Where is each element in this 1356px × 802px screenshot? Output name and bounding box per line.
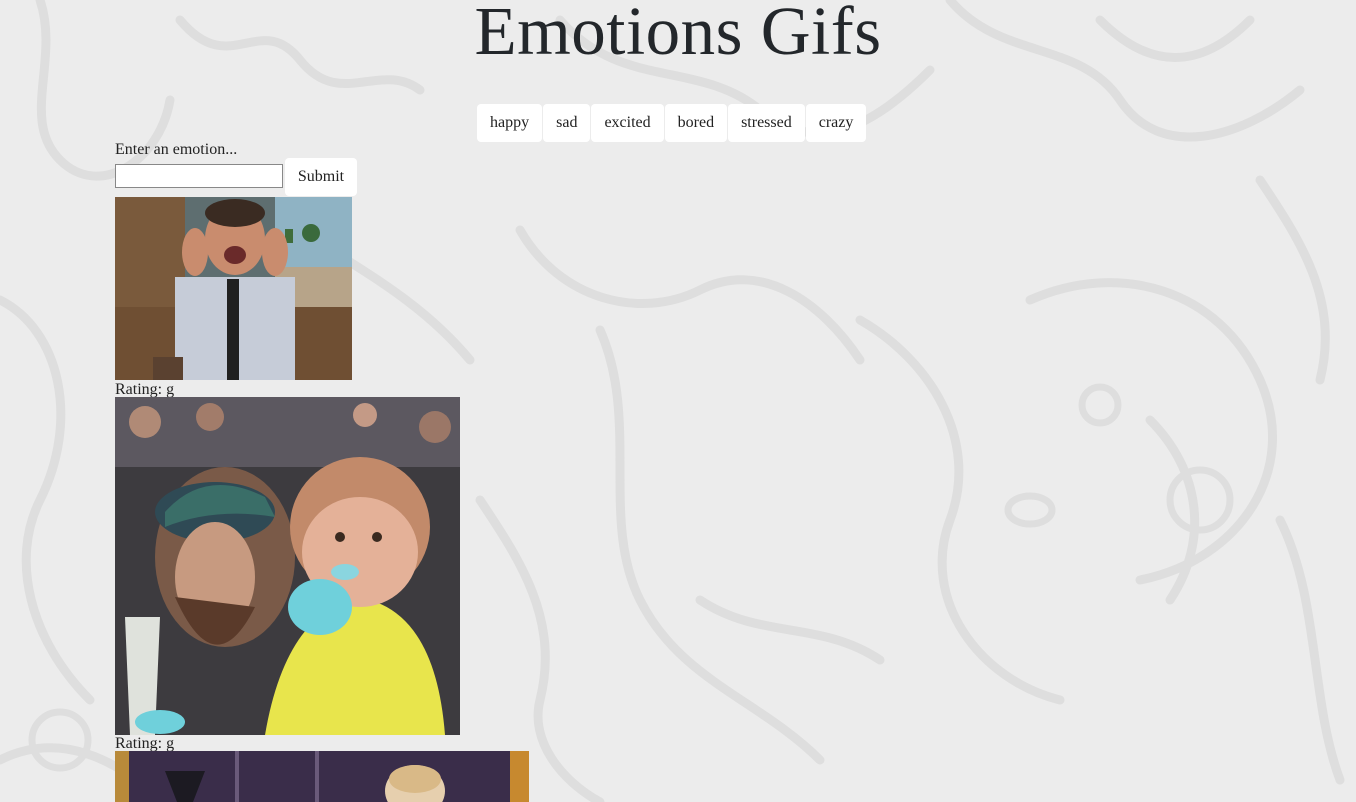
gif-image-1[interactable]	[115, 197, 352, 380]
gif-image-3[interactable]	[115, 751, 529, 802]
emotion-button-bored[interactable]: bored	[664, 104, 728, 142]
emotion-button-happy[interactable]: happy	[477, 104, 543, 142]
emotion-button-stressed[interactable]: stressed	[728, 104, 805, 142]
emotion-button-excited[interactable]: excited	[591, 104, 664, 142]
gif-image-2[interactable]	[115, 397, 460, 735]
emotion-button-crazy[interactable]: crazy	[805, 104, 867, 142]
submit-button[interactable]: Submit	[285, 158, 357, 196]
emotion-button-sad[interactable]: sad	[543, 104, 591, 142]
emotion-input-label: Enter an emotion...	[115, 141, 238, 158]
emotion-input[interactable]	[115, 164, 283, 188]
page-title: Emotions Gifs	[474, 0, 882, 69]
emotion-button-row: happy sad excited bored stressed crazy	[477, 104, 867, 142]
